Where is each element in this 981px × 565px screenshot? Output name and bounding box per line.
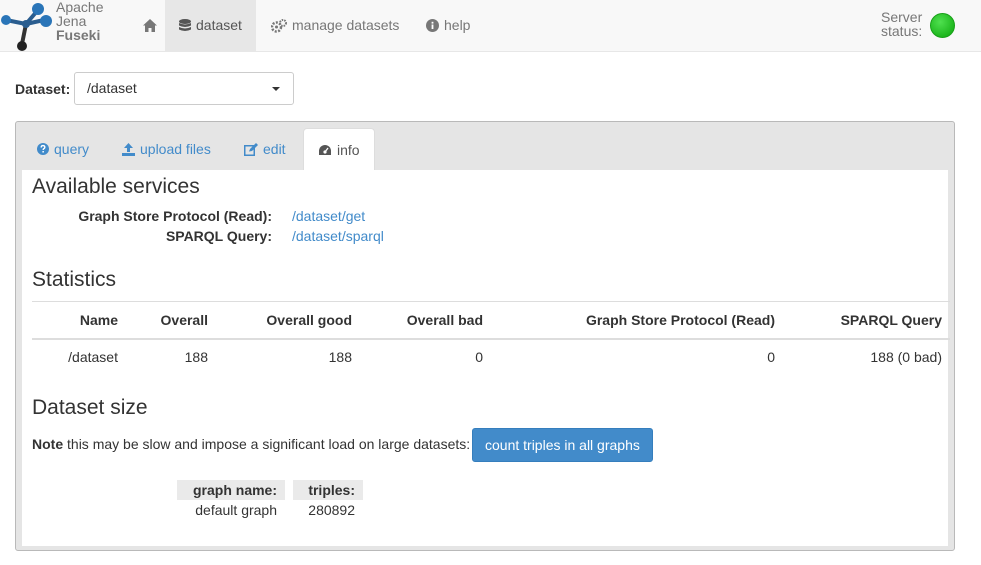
service-label: SPARQL Query:: [165, 228, 272, 244]
column-header: Overall bad: [360, 301, 491, 340]
database-icon: [179, 18, 191, 31]
nav-manage-datasets[interactable]: manage datasets: [257, 0, 413, 51]
table-cell: 0: [475, 348, 483, 365]
tab-info-label: info: [337, 141, 360, 158]
dataset-size-heading: Dataset size: [32, 396, 148, 419]
cogs-icon: [271, 18, 287, 33]
table-cell: 188: [184, 348, 208, 365]
tab-info[interactable]: info: [303, 128, 375, 171]
brand-line-2: Jena: [56, 13, 87, 29]
brand-line-1: Apache: [56, 0, 104, 15]
info-tab-content: Available services Graph Store Protocol …: [22, 170, 950, 546]
fuseki-logo[interactable]: Apache Jena Fuseki: [0, 0, 120, 52]
table-row: /dataset 188 188 0 0 188 (0 bad): [32, 339, 950, 374]
nav-help-label: help: [444, 17, 471, 33]
service-link[interactable]: /dataset/get: [292, 208, 365, 224]
service-label: Graph Store Protocol (Read):: [78, 208, 272, 224]
nav-help[interactable]: help: [412, 0, 484, 51]
table-cell: 188: [328, 348, 352, 365]
info-circle-icon: [426, 19, 439, 32]
jena-logo-icon: [1, 3, 52, 51]
brand-line-3: Fuseki: [56, 27, 101, 43]
dataset-panel: query upload files edit info Available s…: [15, 121, 955, 551]
navbar: Apache Jena Fuseki dataset manage datase…: [0, 0, 981, 52]
statistics-table: Name Overall Overall good Overall bad Gr…: [32, 301, 950, 374]
caret-down-icon: [272, 87, 280, 91]
server-status-indicator: [930, 13, 955, 38]
graph-name-header: graph name:: [177, 480, 285, 500]
server-status-label: Server status:: [881, 10, 922, 38]
dashboard-icon: [319, 144, 331, 155]
tab-edit[interactable]: edit: [230, 128, 300, 170]
column-header: SPARQL Query: [783, 301, 950, 340]
tab-query-label: query: [54, 141, 90, 157]
dataset-select-value: /dataset: [87, 80, 137, 96]
service-row: SPARQL Query: /dataset/sparql: [22, 228, 952, 248]
tab-query[interactable]: query: [23, 128, 103, 170]
nav-manage-label: manage datasets: [292, 17, 400, 33]
tab-edit-label: edit: [263, 141, 286, 157]
note-label: Note: [32, 436, 64, 452]
note-text: this may be slow and impose a significan…: [63, 436, 471, 452]
dataset-select[interactable]: /dataset: [74, 72, 294, 105]
service-link[interactable]: /dataset/sparql: [292, 228, 384, 244]
table-cell: 0: [767, 348, 775, 365]
nav-dataset[interactable]: dataset: [165, 0, 256, 51]
brand-text: Apache Jena Fuseki: [56, 0, 103, 42]
server-status-line-2: status:: [881, 23, 923, 39]
dataset-label: Dataset:: [15, 81, 71, 97]
graph-name-cell: default graph: [195, 502, 277, 518]
statistics-heading: Statistics: [32, 268, 117, 291]
triples-header: triples:: [293, 480, 363, 500]
column-header: Overall good: [216, 301, 360, 340]
tab-upload-label: upload files: [140, 141, 211, 157]
server-status-line-1: Server: [881, 9, 923, 25]
edit-icon: [244, 142, 258, 156]
upload-icon: [122, 142, 135, 156]
table-cell: 188 (0 bad): [870, 348, 942, 365]
nav-dataset-label: dataset: [196, 17, 242, 33]
available-services-heading: Available services: [32, 175, 200, 198]
question-circle-icon: [37, 143, 49, 155]
table-header-row: Name Overall Overall good Overall bad Gr…: [32, 301, 950, 340]
triples-cell: 280892: [308, 502, 355, 518]
column-header: Overall: [126, 301, 216, 340]
table-cell: /dataset: [68, 348, 118, 365]
column-header: Name: [32, 301, 126, 340]
tab-upload-files[interactable]: upload files: [108, 128, 225, 170]
column-header: Graph Store Protocol (Read): [491, 301, 783, 340]
count-triples-button[interactable]: count triples in all graphs: [472, 428, 653, 462]
dataset-size-note: Note this may be slow and impose a signi…: [32, 436, 470, 452]
home-icon: [143, 19, 157, 32]
service-row: Graph Store Protocol (Read): /dataset/ge…: [22, 208, 952, 228]
